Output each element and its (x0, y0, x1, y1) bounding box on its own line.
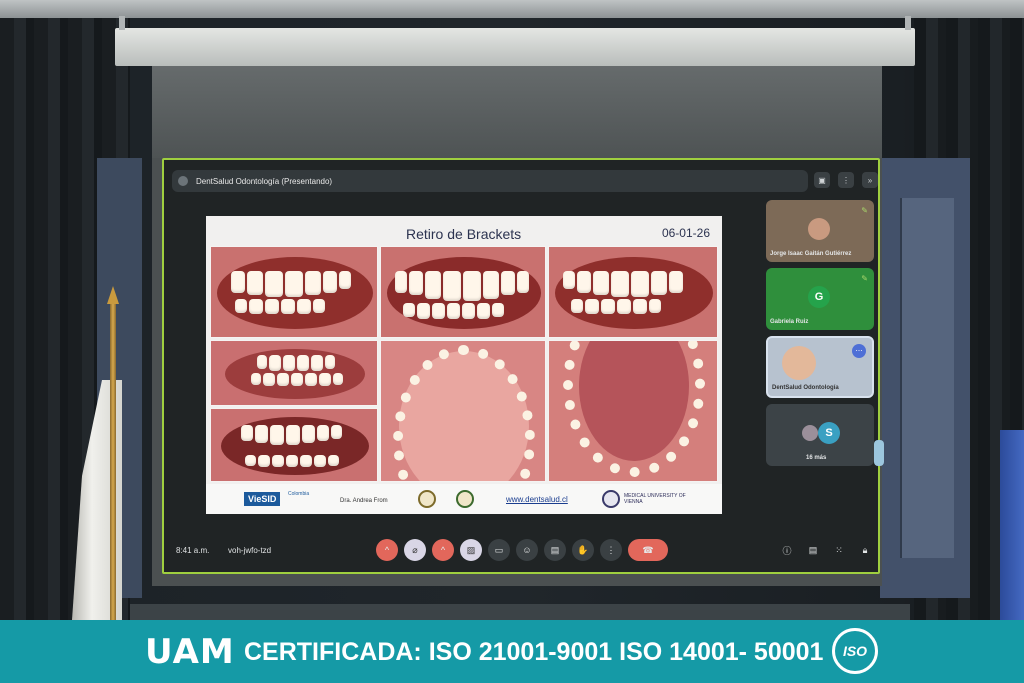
info-icon[interactable]: ⓘ (780, 543, 794, 557)
layout-icon[interactable]: ⋮ (838, 172, 854, 188)
apps-icon[interactable]: ⁙ (832, 543, 846, 557)
university-seal (602, 490, 620, 508)
presenter-bar: DentSalud Odontología (Presentando) (172, 170, 808, 192)
slide-date: 06-01-26 (661, 226, 710, 240)
lower-teeth (403, 303, 504, 319)
meeting-code: voh-jwfo-tzd (228, 546, 272, 555)
teeth-photo-retracted (210, 408, 378, 482)
author-name: Dra. Andrea From (340, 498, 388, 504)
participant-avatar (782, 346, 816, 380)
screen-top-area (152, 66, 882, 158)
lock-icon[interactable]: 🔒︎ (858, 543, 872, 557)
upper-teeth (231, 271, 351, 297)
seal-logo-1 (418, 490, 436, 508)
certification-text: CERTIFICADA: ISO 21001-9001 ISO 14001- 5… (244, 638, 824, 666)
teeth-photo-lower-arch (548, 340, 718, 482)
mic-off-icon: ✎ (861, 274, 868, 283)
emoji-icon[interactable]: ☺ (516, 539, 538, 561)
screen-base (130, 604, 910, 620)
upper-teeth (395, 271, 529, 301)
participant-avatar (808, 218, 830, 240)
teeth-photo-left-bite (548, 246, 718, 338)
right-controls: ⓘ ▤ ⁙ 🔒︎ (780, 543, 872, 557)
fullscreen-icon[interactable]: ▣ (814, 172, 830, 188)
presenter-label: DentSalud Odontología (Presentando) (196, 176, 333, 186)
mic-off-icon: ✎ (861, 206, 868, 215)
participant-name: Gabriela Ruiz (770, 319, 809, 325)
university-name: MEDICAL UNIVERSITY OF VIENNA (624, 493, 686, 505)
call-controls-bar: 8:41 a.m. voh-jwfo-tzd ^ ⌀ ^ ▨ ▭ ☺ ▤ ✋ ⋮… (164, 538, 882, 564)
captions-icon[interactable]: ▤ (544, 539, 566, 561)
right-wall-panel (880, 158, 970, 598)
lower-teeth (235, 299, 325, 314)
header-icons: ▣ ⋮ » (814, 172, 878, 188)
upper-arch (393, 345, 535, 481)
uam-logo: UAM (145, 632, 235, 672)
hand-icon[interactable]: ✋ (572, 539, 594, 561)
present-icon[interactable]: ▭ (488, 539, 510, 561)
blue-flag (1000, 430, 1024, 620)
participant-name: Jorge Isaac Gaitán Gutiérrez (770, 251, 852, 257)
meeting-time: 8:41 a.m. (176, 546, 210, 555)
teeth-photo-frontal (380, 246, 546, 338)
teeth-photo-right-bite (210, 246, 378, 338)
expand-icon[interactable]: » (862, 172, 878, 188)
participant-tile[interactable]: S 16 más (766, 404, 874, 466)
participant-name: DentSalud Odontología (772, 385, 839, 391)
viesid-logo-sub: Colombia (288, 491, 310, 497)
participant-tile[interactable]: ⋯ DentSalud Odontología (766, 336, 874, 398)
teeth-photo-upper-arch (380, 340, 546, 482)
camera-off-icon[interactable]: ▨ (460, 539, 482, 561)
upper-teeth (563, 271, 683, 297)
certification-banner: UAM CERTIFICADA: ISO 21001-9001 ISO 1400… (0, 620, 1024, 683)
video-call-window: DentSalud Odontología (Presentando) ▣ ⋮ … (162, 158, 884, 574)
presenter-avatar-icon (178, 176, 188, 186)
projector-screen-housing (115, 16, 915, 66)
participant-avatar: G (808, 286, 830, 308)
lower-teeth (251, 373, 343, 386)
website-link: www.dentsalud.cl (506, 495, 568, 504)
lower-teeth (571, 299, 661, 314)
mic-options-icon[interactable]: ^ (376, 539, 398, 561)
participant-avatar: S (818, 422, 840, 444)
presentation-slide: Retiro de Brackets 06-01-26 VieSID Colom… (206, 216, 722, 514)
conference-room-photo: DentSalud Odontología (Presentando) ▣ ⋮ … (0, 0, 1024, 620)
viesid-logo: VieSID (244, 492, 281, 506)
upper-teeth (257, 355, 335, 371)
flag-pole (110, 300, 116, 620)
more-icon[interactable]: ⋮ (600, 539, 622, 561)
participant-name: 16 más (806, 455, 827, 461)
slide-footer: VieSID Colombia Dra. Andrea From www.den… (206, 484, 722, 514)
iso-logo: ISO (832, 628, 878, 674)
seal-logo-2 (456, 490, 474, 508)
participant-avatar-photo (802, 425, 818, 441)
mic-off-icon[interactable]: ⌀ (404, 539, 426, 561)
camera-options-icon[interactable]: ^ (432, 539, 454, 561)
side-panel-handle[interactable] (874, 440, 884, 466)
upper-teeth (241, 425, 342, 445)
ceiling (0, 0, 1024, 18)
hangup-icon[interactable]: ☎ (628, 539, 668, 561)
participant-tile[interactable]: G ✎ Gabriela Ruiz (766, 268, 874, 330)
lower-teeth (245, 455, 339, 467)
projection-screen: DentSalud Odontología (Presentando) ▣ ⋮ … (152, 66, 884, 586)
teeth-photo-smile-open (210, 340, 378, 406)
participant-tile[interactable]: ✎ Jorge Isaac Gaitán Gutiérrez (766, 200, 874, 262)
more-options-icon[interactable]: ⋯ (852, 344, 866, 358)
chat-icon[interactable]: ▤ (806, 543, 820, 557)
center-controls: ^ ⌀ ^ ▨ ▭ ☺ ▤ ✋ ⋮ ☎ (376, 539, 668, 561)
lower-arch (563, 341, 705, 477)
slide-title: Retiro de Brackets (406, 226, 522, 242)
